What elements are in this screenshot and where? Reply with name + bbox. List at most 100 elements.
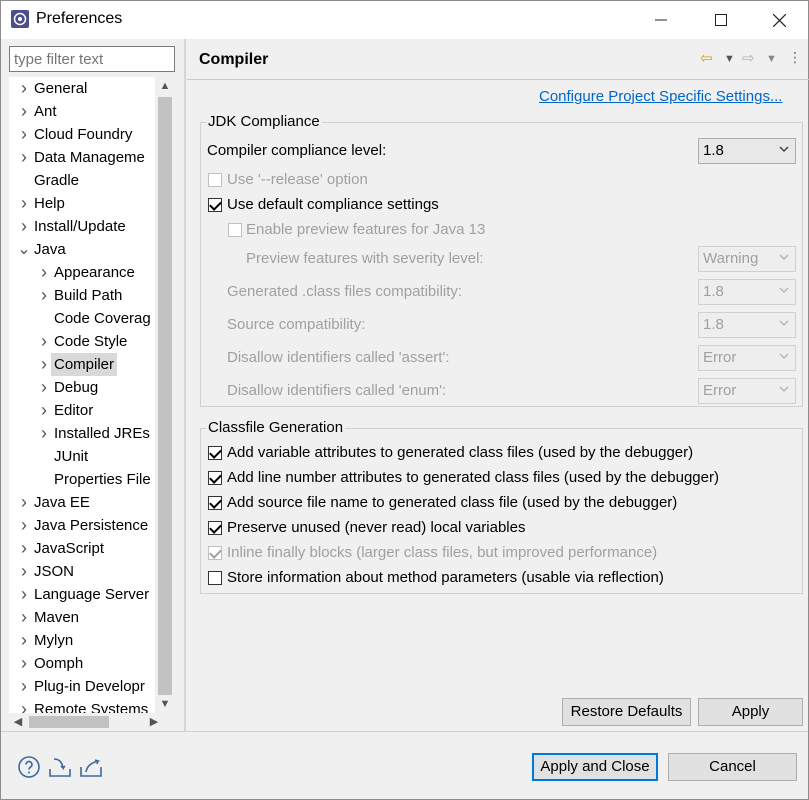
configure-project-settings-link[interactable]: Configure Project Specific Settings...: [539, 88, 782, 105]
chevron-right-icon[interactable]: ›: [17, 215, 31, 238]
inline-finally-checkbox[interactable]: [208, 546, 222, 560]
tree-horizontal-scrollbar[interactable]: ◀ ▶: [9, 713, 158, 731]
chevron-right-icon[interactable]: ›: [17, 100, 31, 123]
chevron-right-icon[interactable]: ›: [17, 652, 31, 675]
tree-item-label: Java EE: [34, 494, 90, 511]
tree-item-label: Maven: [34, 609, 80, 626]
tree-vertical-scrollbar[interactable]: ▲ ▼: [155, 77, 175, 713]
scroll-down-icon[interactable]: ▼: [155, 695, 175, 713]
chevron-down-icon[interactable]: ⌄: [17, 238, 31, 261]
add-line-number-checkbox[interactable]: [208, 471, 222, 485]
import-icon[interactable]: [48, 755, 72, 779]
store-method-params-checkbox[interactable]: [208, 571, 222, 585]
header-divider: [187, 79, 809, 80]
forward-arrow-icon[interactable]: ⇨: [742, 49, 755, 67]
chevron-right-icon[interactable]: ›: [17, 514, 31, 537]
release-option-label: Use '--release' option: [227, 171, 368, 188]
preferences-window: Preferences ›General›Ant›Cloud Foundry›D…: [0, 0, 809, 800]
title-bar: Preferences: [1, 1, 808, 39]
chevron-right-icon[interactable]: ›: [17, 675, 31, 698]
scroll-right-icon[interactable]: ▶: [145, 713, 163, 731]
chevron-right-icon[interactable]: ›: [17, 629, 31, 652]
chevron-right-icon[interactable]: ›: [37, 330, 51, 353]
chevron-right-icon[interactable]: ›: [17, 583, 31, 606]
pane-divider[interactable]: [184, 39, 186, 731]
view-menu-icon[interactable]: ⋮: [788, 49, 802, 66]
close-icon: [772, 13, 786, 27]
tree-item-label: Gradle: [34, 172, 80, 189]
chevron-right-icon[interactable]: ›: [37, 399, 51, 422]
chevron-right-icon[interactable]: ›: [37, 261, 51, 284]
close-button[interactable]: [749, 1, 809, 39]
chevron-right-icon[interactable]: ›: [37, 284, 51, 307]
scroll-thumb-horizontal[interactable]: [29, 716, 109, 728]
chevron-right-icon[interactable]: ›: [17, 123, 31, 146]
chevron-right-icon[interactable]: ›: [17, 560, 31, 583]
chevron-right-icon[interactable]: ›: [17, 606, 31, 629]
minimize-icon: [655, 19, 667, 21]
use-default-compliance-checkbox[interactable]: [208, 198, 222, 212]
jdk-compliance-title: JDK Compliance: [206, 113, 322, 130]
generated-class-compat-value: 1.8: [703, 283, 724, 300]
add-variable-attributes-checkbox[interactable]: [208, 446, 222, 460]
tree-item-label: Debug: [54, 379, 99, 396]
footer-divider: [1, 731, 808, 732]
chevron-right-icon[interactable]: ›: [17, 698, 31, 713]
chevron-right-icon[interactable]: ›: [17, 537, 31, 560]
maximize-button[interactable]: [691, 1, 751, 39]
preview-severity-select[interactable]: Warning: [698, 246, 796, 272]
chevron-down-icon: [779, 254, 789, 260]
disallow-assert-select[interactable]: Error: [698, 345, 796, 371]
chevron-right-icon[interactable]: ›: [37, 422, 51, 445]
cancel-button[interactable]: Cancel: [668, 753, 797, 781]
generated-class-compat-select[interactable]: 1.8: [698, 279, 796, 305]
tree-item-label: Cloud Foundry: [34, 126, 133, 143]
release-option-checkbox[interactable]: [208, 173, 222, 187]
add-line-number-label: Add line number attributes to generated …: [227, 469, 719, 486]
classfile-generation-title: Classfile Generation: [206, 419, 346, 436]
disallow-enum-select[interactable]: Error: [698, 378, 796, 404]
chevron-right-icon[interactable]: ›: [37, 376, 51, 399]
tree-item-label: Mylyn: [34, 632, 74, 649]
filter-input[interactable]: [9, 46, 175, 72]
page-title: Compiler: [199, 51, 269, 68]
apply-button[interactable]: Apply: [698, 698, 803, 726]
scroll-up-icon[interactable]: ▲: [155, 77, 175, 95]
tree-item-label: Oomph: [34, 655, 84, 672]
enable-preview-checkbox[interactable]: [228, 223, 242, 237]
minimize-button[interactable]: [631, 1, 691, 39]
tree-item-label: Editor: [54, 402, 94, 419]
back-history-dropdown-icon[interactable]: ▼: [724, 53, 735, 65]
store-method-params-label: Store information about method parameter…: [227, 569, 664, 586]
disallow-assert-value: Error: [703, 349, 737, 366]
preserve-unused-locals-checkbox[interactable]: [208, 521, 222, 535]
chevron-down-icon: [779, 320, 789, 326]
export-icon[interactable]: [79, 755, 103, 779]
chevron-right-icon[interactable]: ›: [17, 491, 31, 514]
source-compat-select[interactable]: 1.8: [698, 312, 796, 338]
window-title: Preferences: [36, 10, 123, 27]
chevron-right-icon[interactable]: ›: [37, 353, 51, 376]
scroll-left-icon[interactable]: ◀: [9, 713, 27, 731]
compliance-level-select[interactable]: 1.8: [698, 138, 796, 164]
chevron-right-icon[interactable]: ›: [17, 77, 31, 100]
restore-defaults-button[interactable]: Restore Defaults: [562, 698, 691, 726]
add-source-file-name-checkbox[interactable]: [208, 496, 222, 510]
tree-item-label: Data Manageme: [34, 149, 145, 166]
scroll-thumb[interactable]: [158, 97, 172, 695]
help-icon[interactable]: [17, 755, 41, 779]
tree-item-label: JUnit: [54, 448, 89, 465]
tree-item-label: Java: [34, 241, 66, 258]
forward-history-dropdown-icon[interactable]: ▼: [766, 53, 777, 65]
tree-item-label: Installed JREs: [54, 425, 150, 442]
compliance-level-label: Compiler compliance level:: [207, 142, 387, 159]
back-arrow-icon[interactable]: ⇦: [700, 49, 713, 67]
chevron-right-icon[interactable]: ›: [17, 146, 31, 169]
eclipse-app-icon: [11, 10, 29, 28]
maximize-icon: [715, 14, 727, 26]
chevron-down-icon: [779, 353, 789, 359]
apply-and-close-button[interactable]: Apply and Close: [532, 753, 658, 781]
chevron-right-icon[interactable]: ›: [17, 192, 31, 215]
